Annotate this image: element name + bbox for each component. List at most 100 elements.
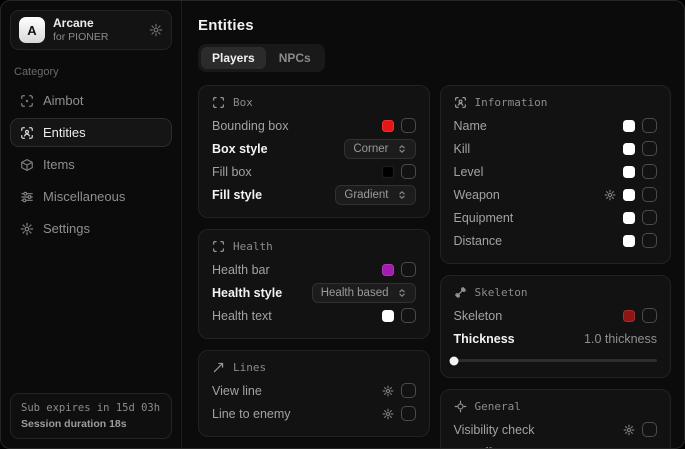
information-card: Information Name Kill — [440, 85, 672, 264]
bone-icon — [454, 286, 467, 299]
thickness-slider[interactable] — [454, 359, 658, 362]
tab-npcs[interactable]: NPCs — [268, 47, 322, 69]
setting-label: Visibility check — [454, 423, 535, 437]
thickness-value: 1.0 thickness — [584, 332, 657, 346]
checkbox[interactable] — [642, 422, 657, 437]
color-swatch[interactable] — [623, 310, 635, 322]
setting-label: Level — [454, 165, 484, 179]
color-swatch[interactable] — [623, 235, 635, 247]
unfold-icon — [397, 144, 407, 154]
checkbox[interactable] — [642, 164, 657, 179]
target-icon — [454, 400, 467, 413]
information-card-header: Information — [454, 96, 658, 109]
setting-label: Box style — [212, 142, 268, 156]
checkbox[interactable] — [401, 406, 416, 421]
brand-name: Arcane — [53, 16, 108, 31]
setting-label: Health bar — [212, 263, 270, 277]
checkbox[interactable] — [401, 118, 416, 133]
setting-row: Fill style Gradient — [212, 183, 416, 206]
health-style-dropdown[interactable]: Health based — [312, 283, 416, 303]
box-style-dropdown[interactable]: Corner — [344, 139, 415, 159]
checkbox[interactable] — [642, 210, 657, 225]
general-card: General Visibility check — [440, 389, 672, 448]
setting-row: Visibility check — [454, 418, 658, 441]
checkbox[interactable] — [642, 308, 657, 323]
sidebar-item-settings[interactable]: Settings — [10, 214, 172, 243]
setting-row: Health text — [212, 304, 416, 327]
lines-card-header: Lines — [212, 361, 416, 374]
diagonal-line-icon — [212, 361, 225, 374]
color-swatch[interactable] — [623, 189, 635, 201]
gear-icon[interactable] — [149, 23, 163, 37]
color-swatch[interactable] — [623, 212, 635, 224]
sidebar-item-label: Aimbot — [43, 93, 83, 108]
checkbox[interactable] — [642, 141, 657, 156]
checkbox[interactable] — [401, 262, 416, 277]
card-title: Information — [475, 96, 548, 109]
sidebar-item-label: Settings — [43, 221, 90, 236]
gear-icon[interactable] — [604, 189, 616, 201]
setting-row: Weapon — [454, 183, 658, 206]
sidebar-item-items[interactable]: Items — [10, 150, 172, 179]
box-card-header: Box — [212, 96, 416, 109]
sidebar-item-miscellaneous[interactable]: Miscellaneous — [10, 182, 172, 211]
unfold-icon — [397, 190, 407, 200]
brand-logo: A — [19, 17, 45, 43]
gear-icon[interactable] — [623, 424, 635, 436]
dropdown-value: Corner — [353, 143, 388, 155]
setting-label: View line — [212, 384, 262, 398]
health-card: Health Health bar Health style H — [198, 229, 430, 339]
checkbox[interactable] — [401, 308, 416, 323]
setting-label: Health text — [212, 309, 272, 323]
setting-row: Fill box — [212, 160, 416, 183]
setting-label: Weapon — [454, 188, 500, 202]
cube-icon — [20, 158, 34, 172]
sidebar-item-aimbot[interactable]: Aimbot — [10, 86, 172, 115]
color-swatch[interactable] — [623, 143, 635, 155]
slider-thumb[interactable] — [449, 356, 458, 365]
sidebar-item-entities[interactable]: Entities — [10, 118, 172, 147]
setting-label: Line to enemy — [212, 407, 291, 421]
cards-grid: Box Bounding box Box style Corne — [198, 85, 671, 448]
health-card-header: Health — [212, 240, 416, 253]
skeleton-card: Skeleton Skeleton Thickness 1.0 thicknes… — [440, 275, 672, 378]
dropdown-value: Gradient — [344, 189, 388, 201]
sidebar-item-label: Items — [43, 157, 75, 172]
checkbox[interactable] — [401, 164, 416, 179]
color-swatch[interactable] — [382, 264, 394, 276]
checkbox[interactable] — [642, 187, 657, 202]
gear-icon[interactable] — [382, 385, 394, 397]
setting-row: Health bar — [212, 258, 416, 281]
page-title: Entities — [198, 17, 671, 34]
setting-label: Health style — [212, 286, 282, 300]
color-swatch[interactable] — [623, 166, 635, 178]
setting-label: Kill — [454, 142, 471, 156]
checkbox[interactable] — [642, 118, 657, 133]
sliders-icon — [20, 190, 34, 204]
color-swatch[interactable] — [623, 120, 635, 132]
sub-expiry-text: Sub expires in 15d 03h — [21, 402, 161, 414]
gear-icon — [20, 222, 34, 236]
fill-style-dropdown[interactable]: Gradient — [335, 185, 415, 205]
card-title: General — [475, 400, 521, 413]
setting-row: Distance — [454, 229, 658, 252]
setting-row: Max distance 500m — [454, 441, 658, 448]
checkbox[interactable] — [401, 383, 416, 398]
setting-label: Equipment — [454, 211, 514, 225]
brand-text: Arcane for PIONER — [53, 16, 108, 44]
sidebar: A Arcane for PIONER Category Aimbot — [1, 1, 182, 448]
session-duration-text: Session duration 18s — [21, 418, 161, 430]
checkbox[interactable] — [642, 233, 657, 248]
person-scan-icon — [454, 96, 467, 109]
setting-row: Name — [454, 114, 658, 137]
setting-row: Skeleton — [454, 304, 658, 327]
brand-subtitle: for PIONER — [53, 31, 108, 44]
gear-icon[interactable] — [382, 408, 394, 420]
color-swatch[interactable] — [382, 120, 394, 132]
color-swatch[interactable] — [382, 310, 394, 322]
tab-bar: Players NPCs — [198, 44, 325, 72]
skeleton-card-header: Skeleton — [454, 286, 658, 299]
color-swatch[interactable] — [382, 166, 394, 178]
person-scan-icon — [20, 126, 34, 140]
tab-players[interactable]: Players — [201, 47, 266, 69]
